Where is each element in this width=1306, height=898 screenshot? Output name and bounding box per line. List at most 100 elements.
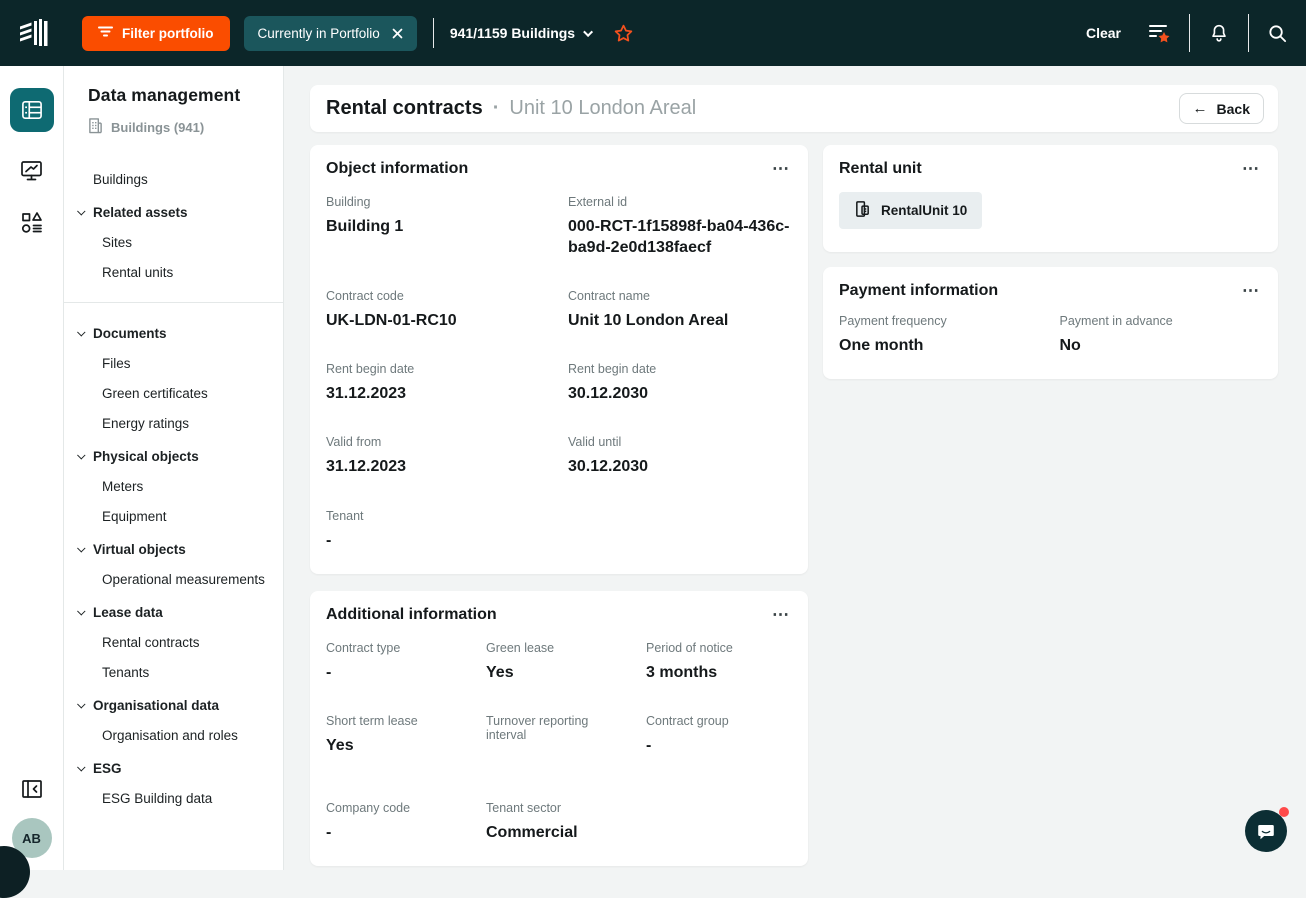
data-management-nav-icon[interactable] <box>9 88 54 132</box>
page-title: Data management <box>88 85 241 105</box>
back-button[interactable]: ← Back <box>1178 93 1264 124</box>
more-menu-icon[interactable]: ⋯ <box>1240 282 1262 299</box>
field-payment-frequency: Payment frequency One month <box>839 314 947 354</box>
sidebar-item-organisation-and-roles[interactable]: Organisation and roles <box>64 720 283 750</box>
sidebar-section-related-assets[interactable]: Related assets <box>64 197 283 227</box>
rental-unit-card: Rental unit ⋯ RentalUnit 10 <box>823 145 1278 252</box>
sidebar-item-energy-ratings[interactable]: Energy ratings <box>64 408 283 438</box>
title-separator: · <box>492 97 500 119</box>
buildings-count-label: 941/1159 Buildings <box>449 25 576 41</box>
notification-dot <box>1279 807 1289 817</box>
sidebar-item-operational-measurements[interactable]: Operational measurements <box>64 564 283 594</box>
topbar-divider <box>432 18 434 48</box>
more-menu-icon[interactable]: ⋯ <box>1240 160 1262 177</box>
field-period-of-notice: Period of notice 3 months <box>646 640 733 681</box>
avatar-initials: AB <box>22 830 41 846</box>
sidebar: Data management Buildings (941) Building… <box>64 66 284 870</box>
rental-unit-chip[interactable]: RentalUnit 10 <box>839 192 983 229</box>
sidebar-section-lease-data[interactable]: Lease data <box>64 597 283 627</box>
field-external-id: External id 000-RCT-1f15898f-ba04-436c-b… <box>568 195 790 257</box>
chevron-down-icon <box>77 700 86 709</box>
icon-rail: AB <box>0 66 64 870</box>
portfolio-chip-label: Currently in Portfolio <box>257 25 380 41</box>
chevron-down-icon <box>77 607 86 616</box>
page-header-bar: Rental contracts · Unit 10 London Areal … <box>310 85 1278 132</box>
field-contract-group: Contract group - <box>646 713 729 754</box>
objects-nav-icon[interactable] <box>19 210 44 235</box>
sidebar-context-label: Buildings (941) <box>111 119 205 135</box>
card-title: Additional information <box>326 605 497 623</box>
sidebar-item-green-certificates[interactable]: Green certificates <box>64 378 283 408</box>
sidebar-item-rental-contracts[interactable]: Rental contracts <box>64 627 283 657</box>
field-rent-begin-date: Rent begin date 31.12.2023 <box>326 362 415 403</box>
rental-unit-icon <box>854 200 871 221</box>
back-button-label: Back <box>1216 100 1250 117</box>
more-menu-icon[interactable]: ⋯ <box>770 160 792 177</box>
sidebar-item-equipment[interactable]: Equipment <box>64 501 283 531</box>
dashboards-nav-icon[interactable] <box>19 159 44 183</box>
collapse-sidebar-icon[interactable] <box>20 778 44 800</box>
card-title: Payment information <box>839 282 999 299</box>
rental-unit-chip-label: RentalUnit 10 <box>881 203 968 218</box>
field-payment-in-advance: Payment in advance No <box>1059 314 1173 354</box>
card-title: Object information <box>326 160 469 177</box>
sidebar-section-physical-objects[interactable]: Physical objects <box>64 441 283 471</box>
search-icon[interactable] <box>1267 23 1288 44</box>
topbar-divider <box>1248 14 1249 52</box>
sidebar-section-esg[interactable]: ESG <box>64 753 283 783</box>
filter-icon <box>98 25 113 41</box>
page-header-title: Rental contracts <box>326 97 483 119</box>
portfolio-filter-chip[interactable]: Currently in Portfolio <box>243 15 417 51</box>
chevron-down-icon <box>77 328 86 337</box>
clear-filters-button[interactable]: Clear <box>1086 25 1121 41</box>
sidebar-section-documents[interactable]: Documents <box>64 318 283 348</box>
buildings-count-selector[interactable]: 941/1159 Buildings <box>449 25 594 41</box>
sidebar-item-buildings[interactable]: Buildings <box>64 164 283 194</box>
sidebar-item-meters[interactable]: Meters <box>64 471 283 501</box>
sidebar-item-files[interactable]: Files <box>64 348 283 378</box>
field-contract-type: Contract type - <box>326 640 401 681</box>
field-turnover-reporting-interval: Turnover reporting interval <box>486 713 589 742</box>
building-icon <box>88 117 103 137</box>
field-short-term-lease: Short term lease Yes <box>326 713 418 754</box>
field-tenant: Tenant - <box>326 508 364 549</box>
field-valid-until: Valid until 30.12.2030 <box>568 435 649 476</box>
object-information-card: Object information ⋯ Building Building 1… <box>310 145 808 574</box>
topbar: Filter portfolio Currently in Portfolio … <box>0 0 1306 66</box>
sidebar-divider <box>64 302 283 303</box>
field-contract-code: Contract code UK-LDN-01-RC10 <box>326 289 457 330</box>
topbar-right-actions: Clear <box>1086 14 1288 52</box>
app-logo-icon[interactable] <box>12 12 54 54</box>
field-building: Building Building 1 <box>326 195 404 235</box>
page-header-subtitle: Unit 10 London Areal <box>509 97 697 119</box>
sidebar-item-sites[interactable]: Sites <box>64 227 283 257</box>
close-icon[interactable] <box>392 28 403 39</box>
favourite-star-icon[interactable] <box>613 23 634 44</box>
additional-information-card: Additional information ⋯ Contract type -… <box>310 590 808 866</box>
chat-widget-button[interactable] <box>1245 807 1289 852</box>
field-company-code: Company code - <box>326 800 411 841</box>
more-menu-icon[interactable]: ⋯ <box>770 606 792 623</box>
chevron-down-icon <box>77 451 86 460</box>
topbar-divider <box>1189 14 1190 52</box>
sidebar-section-virtual-objects[interactable]: Virtual objects <box>64 534 283 564</box>
chevron-down-icon <box>583 26 594 37</box>
sidebar-item-tenants[interactable]: Tenants <box>64 657 283 687</box>
sidebar-section-organisational-data[interactable]: Organisational data <box>64 690 283 720</box>
saved-filters-icon[interactable] <box>1147 22 1171 45</box>
back-arrow-icon: ← <box>1192 100 1208 117</box>
sidebar-item-esg-building-data[interactable]: ESG Building data <box>64 783 283 813</box>
chevron-down-icon <box>77 763 86 772</box>
sidebar-item-rental-units[interactable]: Rental units <box>64 257 283 287</box>
field-valid-from: Valid from 31.12.2023 <box>326 435 407 476</box>
payment-information-card: Payment information ⋯ Payment frequency … <box>823 267 1278 380</box>
card-title: Rental unit <box>839 160 922 177</box>
chevron-down-icon <box>77 544 86 553</box>
filter-portfolio-button[interactable]: Filter portfolio <box>82 15 230 51</box>
field-tenant-sector: Tenant sector Commercial <box>486 800 578 841</box>
sidebar-nav: Buildings Related assets Sites Rental un… <box>64 164 283 813</box>
notifications-bell-icon[interactable] <box>1208 22 1230 44</box>
main-content: Rental contracts · Unit 10 London Areal … <box>284 66 1306 870</box>
chevron-down-icon <box>77 207 86 216</box>
field-green-lease: Green lease Yes <box>486 640 555 681</box>
